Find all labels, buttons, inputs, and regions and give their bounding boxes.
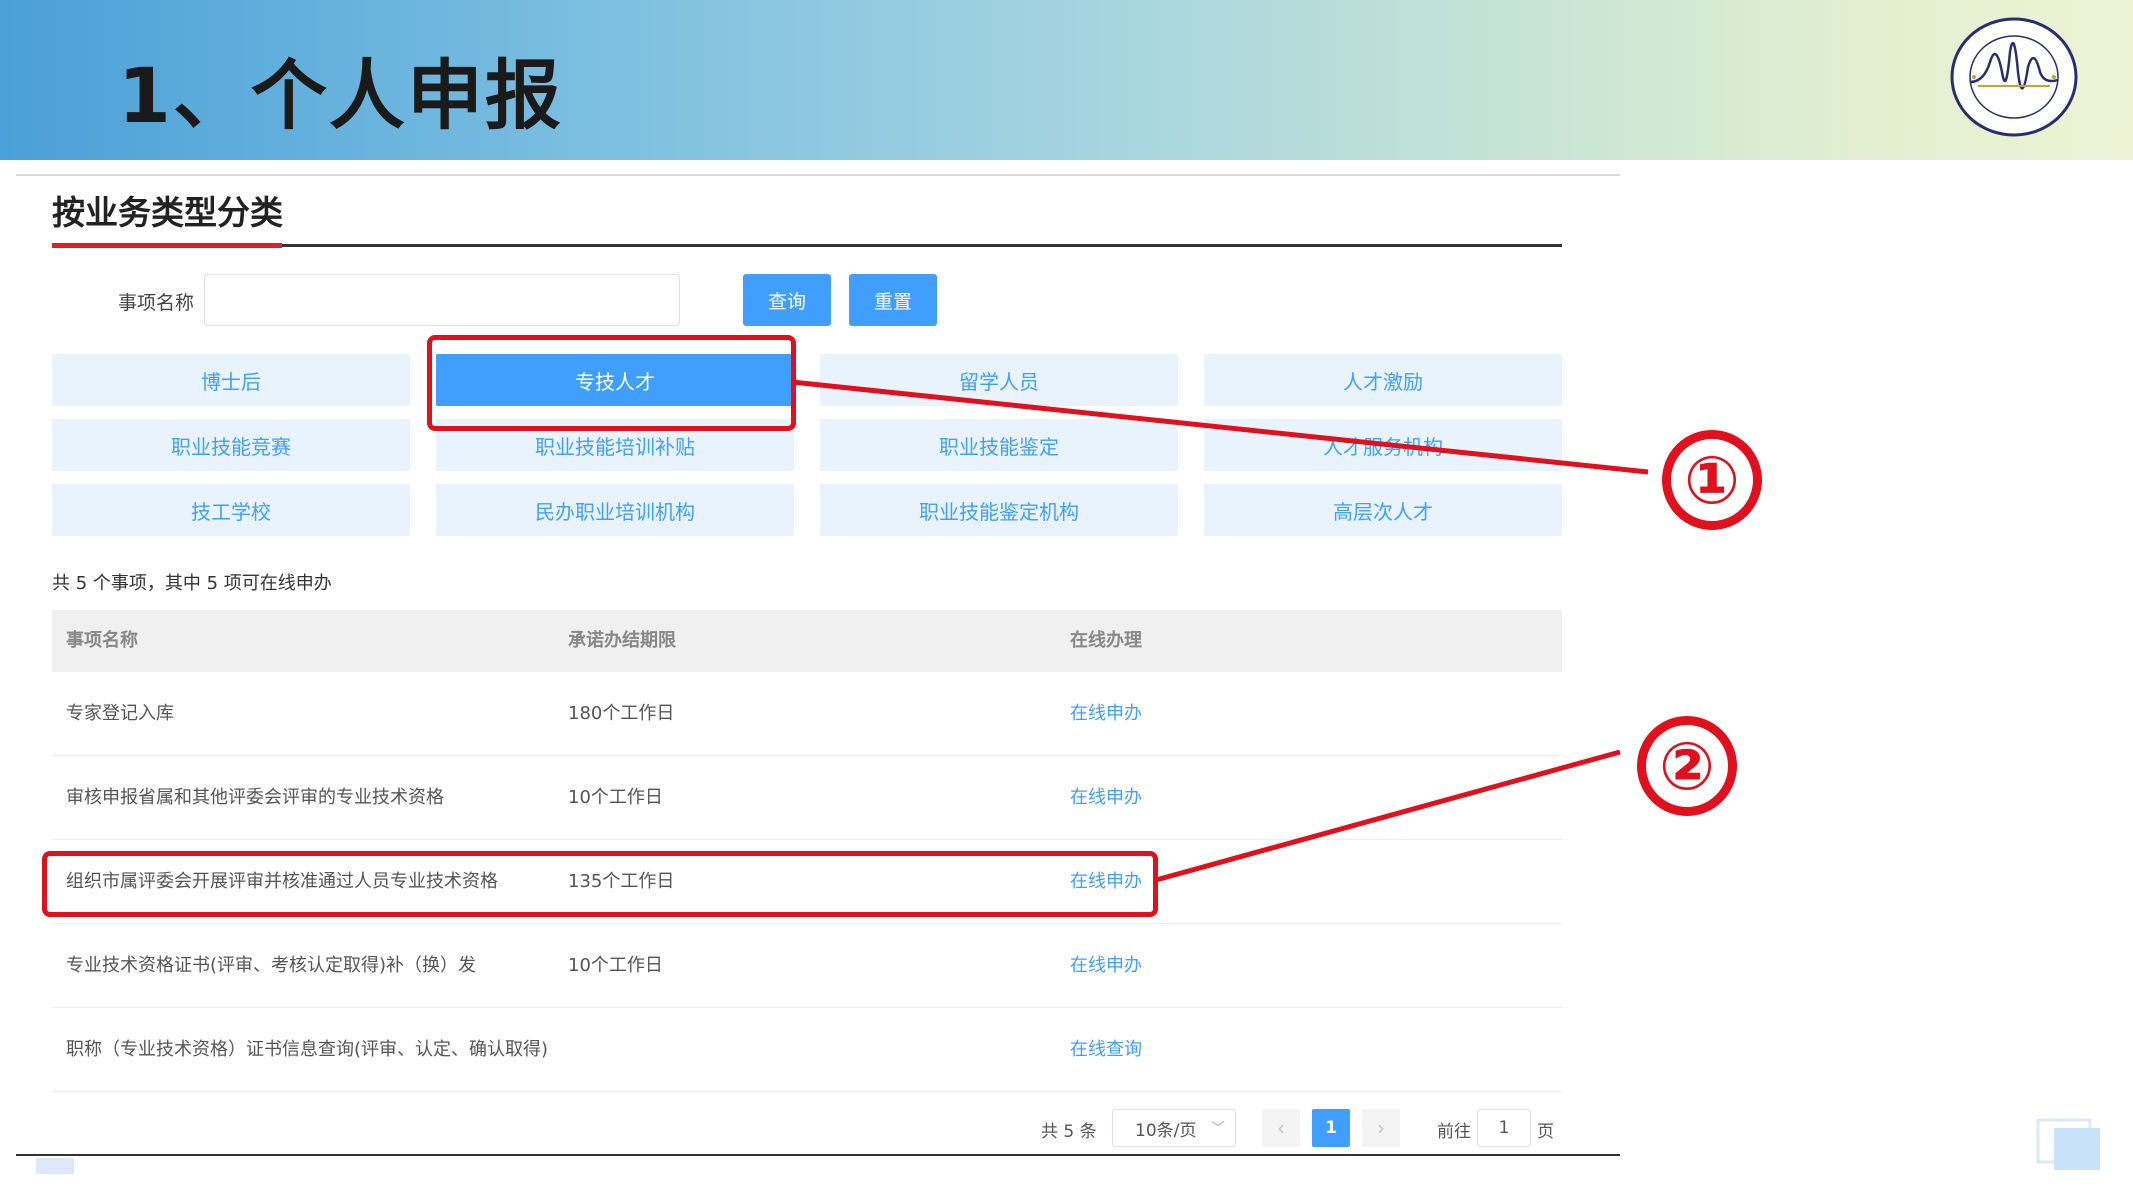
category-button[interactable]: 人才激励 xyxy=(1204,354,1562,406)
query-button[interactable]: 查询 xyxy=(743,274,831,326)
item-name-cell: 专家登记入库 xyxy=(66,703,174,724)
table-row: 专业技术资格证书(评审、考核认定取得)补（换）发 10个工作日 在线申办 xyxy=(52,924,1562,1008)
chevron-left-icon[interactable]: ‹ xyxy=(1262,1109,1300,1147)
category-button[interactable]: 职业技能鉴定 xyxy=(820,419,1178,471)
result-summary: 共 5 个事项，其中 5 项可在线申办 xyxy=(52,573,332,594)
chevron-down-icon: ﹀ xyxy=(1211,1121,1225,1137)
table-row: 审核申报省属和其他评委会评审的专业技术资格 10个工作日 在线申办 xyxy=(52,756,1562,840)
item-name-cell: 职称（专业技术资格）证书信息查询(评审、认定、确认取得) xyxy=(66,1039,549,1060)
header-name: 事项名称 xyxy=(66,630,138,651)
slide-title: 1、个人申报 xyxy=(118,51,563,140)
online-action-link[interactable]: 在线查询 xyxy=(1070,1008,1142,1092)
callout-number-1: ① xyxy=(1662,430,1762,530)
screenshot-top-border xyxy=(16,174,1620,176)
callout-box-row xyxy=(42,851,1158,917)
online-action-link[interactable]: 在线申办 xyxy=(1070,924,1142,1008)
goto-page-input[interactable] xyxy=(1477,1109,1531,1147)
section-title: 按业务类型分类 xyxy=(52,193,283,232)
header-online: 在线办理 xyxy=(1070,630,1142,651)
category-button[interactable]: 民办职业培训机构 xyxy=(436,484,794,536)
callout-number-2: ② xyxy=(1637,716,1737,816)
screenshot-bottom-border xyxy=(16,1154,1620,1156)
slide-corner-icon xyxy=(2036,1118,2100,1170)
deadline-cell: 180个工作日 xyxy=(568,703,675,724)
online-action-link[interactable]: 在线申办 xyxy=(1070,756,1142,840)
category-button[interactable]: 人才服务机构 xyxy=(1204,419,1562,471)
deadline-cell: 10个工作日 xyxy=(568,787,663,808)
online-action-link[interactable]: 在线申办 xyxy=(1070,672,1142,756)
goto-suffix: 页 xyxy=(1537,1122,1554,1142)
item-name-cell: 审核申报省属和其他评委会评审的专业技术资格 xyxy=(66,787,444,808)
category-button[interactable]: 职业技能竞赛 xyxy=(52,419,410,471)
category-button[interactable]: 留学人员 xyxy=(820,354,1178,406)
table-header: 事项名称 承诺办结期限 在线办理 xyxy=(52,610,1562,672)
category-button[interactable]: 高层次人才 xyxy=(1204,484,1562,536)
table-row: 职称（专业技术资格）证书信息查询(评审、认定、确认取得) 在线查询 xyxy=(52,1008,1562,1092)
page-size-select[interactable]: 10条/页 ﹀ xyxy=(1112,1109,1236,1147)
callout-box-category xyxy=(427,335,796,431)
reset-button[interactable]: 重置 xyxy=(849,274,937,326)
decorative-block xyxy=(36,1158,74,1174)
deadline-cell: 10个工作日 xyxy=(568,955,663,976)
slide: { "slide": { "title": "1、个人申报", "accent_… xyxy=(0,0,2133,1200)
category-button[interactable]: 职业技能鉴定机构 xyxy=(820,484,1178,536)
category-button[interactable]: 技工学校 xyxy=(52,484,410,536)
item-name-cell: 专业技术资格证书(评审、考核认定取得)补（换）发 xyxy=(66,955,477,976)
section-divider-accent xyxy=(52,243,282,248)
association-logo-icon xyxy=(1950,17,2078,137)
page-number-current[interactable]: 1 xyxy=(1312,1109,1350,1147)
chevron-right-icon[interactable]: › xyxy=(1362,1109,1400,1147)
goto-label: 前往 xyxy=(1437,1122,1471,1142)
pagination-total: 共 5 条 xyxy=(1041,1122,1097,1142)
search-label: 事项名称 xyxy=(118,292,195,314)
table-row: 专家登记入库 180个工作日 在线申办 xyxy=(52,672,1562,756)
search-input[interactable] xyxy=(204,274,680,326)
category-button[interactable]: 博士后 xyxy=(52,354,410,406)
page-size-value: 10条/页 xyxy=(1135,1120,1197,1141)
header-deadline: 承诺办结期限 xyxy=(568,630,676,651)
